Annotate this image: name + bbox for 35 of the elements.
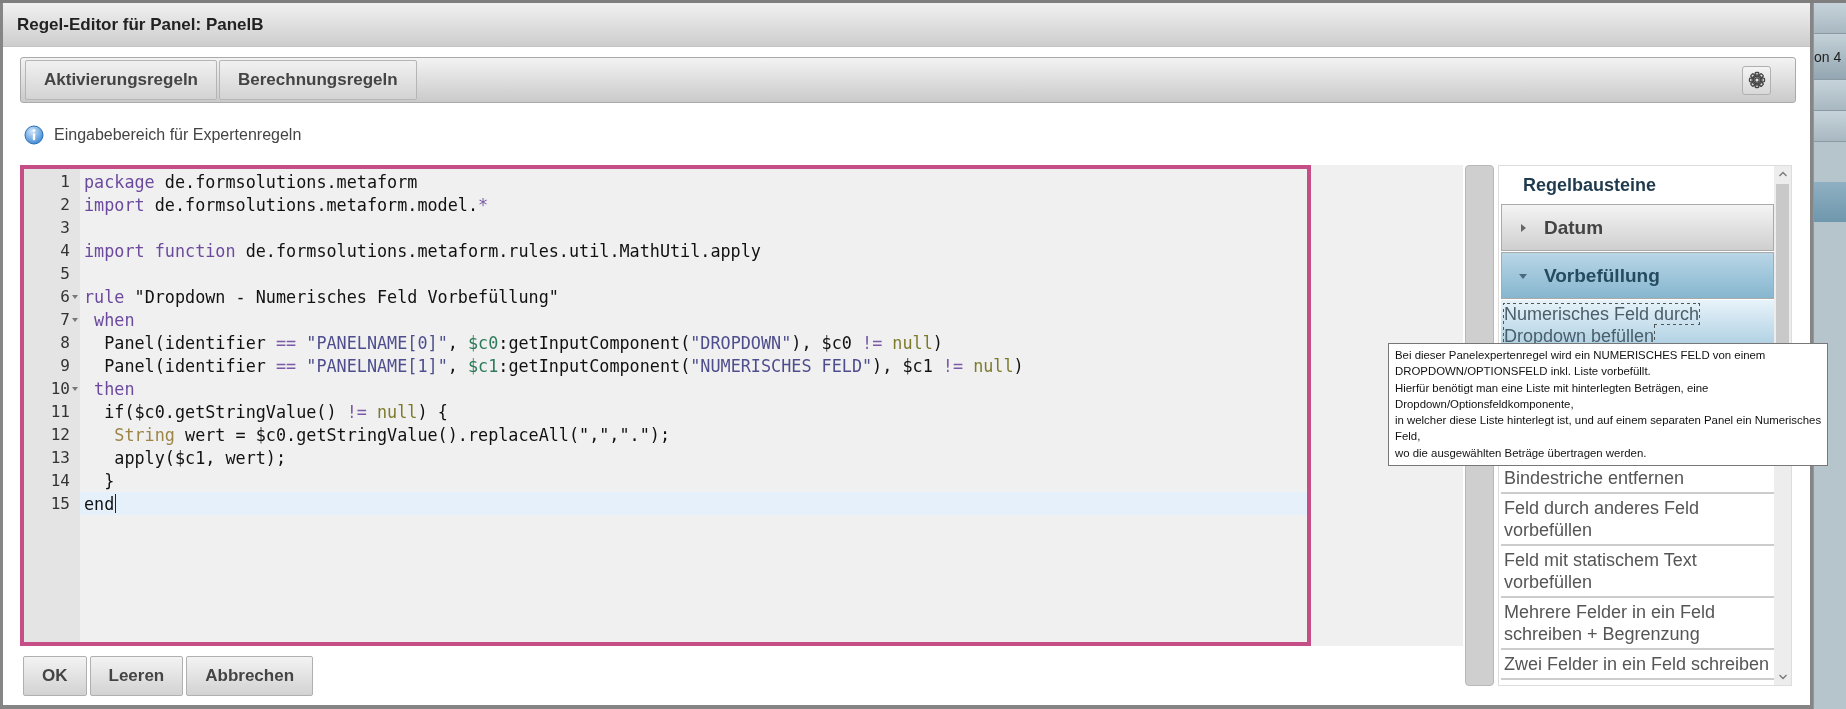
info-text: Eingabebereich für Expertenregeln [54, 126, 302, 144]
line-number: 15 [50, 494, 70, 513]
code-line: then [93, 378, 135, 399]
line-number: 4 [60, 241, 70, 260]
line-number: 10 [50, 379, 70, 398]
code-line: rule "Dropdown - Numerisches Feld Vorbefüllung" [84, 286, 559, 307]
line-number: 3 [60, 218, 70, 237]
code-line: String wert = $c0.getStringValue().replaceAll(",","."); [113, 424, 670, 445]
line-number: 13 [50, 448, 70, 467]
code-line: apply($c1, wert); [113, 447, 287, 468]
accordion-label: Datum [1544, 216, 1604, 239]
code-line: } [103, 470, 115, 491]
code-line: if($c0.getStringValue() != null) { [103, 401, 448, 422]
line-number: 9 [60, 356, 70, 375]
code-line: Panel(identifier == "PANELNAME[0]", $c0:getInputComponent("DROPDOWN"), $c0 != null) [103, 332, 943, 353]
line-number: 14 [50, 471, 70, 490]
code-line: import function de.formsolutions.metaform.rules.util.MathUtil.apply [84, 240, 761, 261]
sidebar-title: Regelbausteine [1522, 173, 1658, 197]
line-number: 5 [60, 264, 70, 283]
tab-label: on 4 [1814, 48, 1842, 65]
window-title: Regel-Editor für Panel: PanelB [17, 14, 264, 35]
accordion-label: Vorbefüllung [1544, 264, 1660, 287]
code-line: package de.formsolutions.metaform [84, 171, 418, 192]
line-number: 11 [50, 402, 70, 421]
code-line: when [93, 309, 135, 330]
line-number: 12 [50, 425, 70, 444]
line-number: 7 [60, 310, 70, 329]
line-number: 8 [60, 333, 70, 352]
code-line: end [84, 493, 115, 514]
code-line: import de.formsolutions.metaform.model.* [84, 194, 489, 215]
line-number: 1 [60, 172, 70, 191]
line-number: 6 [60, 287, 70, 306]
line-number: 2 [60, 195, 70, 214]
code-line: Panel(identifier == "PANELNAME[1]", $c1:getInputComponent("NUMERISCHES FELD"), $c1 != null) [103, 355, 1024, 376]
tooltip: Bei dieser Panelexpertenregel wird ein NUMERISCHES FELD von einem DROPDOWN/OPTIONSFELD inkl. Liste vorbefüllt. Hierfür benötigt man eine Liste mit hinterlegten Beträgen, eine Dropdown/Optionsfeldkomponente, in welcher diese Liste hinterlegt ist, und auf einem separaten Panel ein Numerisches Feld, wo die ausgewählten Beträge übertragen werden. [1388, 343, 1829, 467]
